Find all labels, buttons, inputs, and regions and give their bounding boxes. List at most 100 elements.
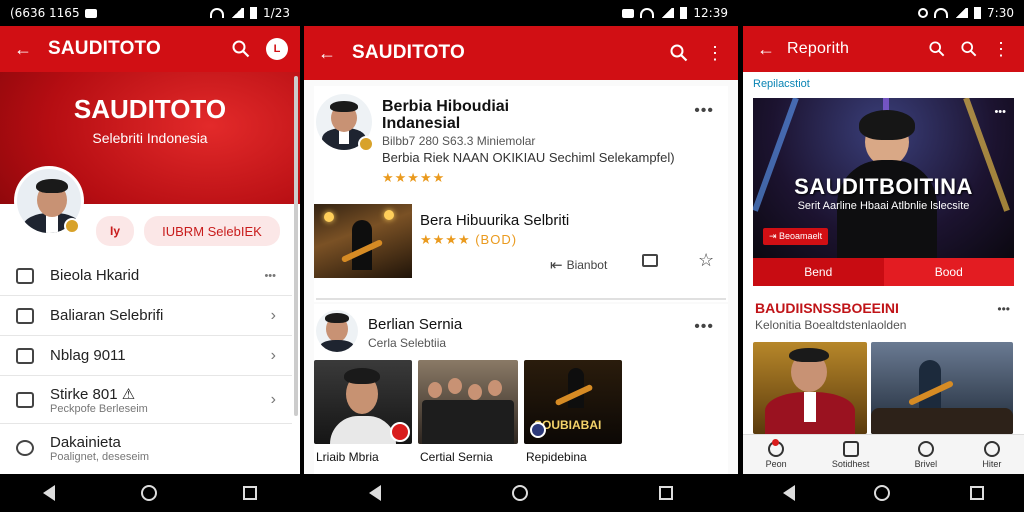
hero-brand: SAUDITOTO — [73, 94, 227, 124]
comment-button[interactable] — [642, 254, 658, 267]
search-icon[interactable] — [926, 38, 948, 60]
star-icon: ☆ — [698, 250, 715, 270]
home-button-icon[interactable] — [874, 485, 891, 501]
settings-icon — [16, 391, 34, 408]
back-arrow-icon[interactable]: ← — [316, 42, 338, 64]
channel-badge — [530, 422, 546, 438]
tab-bend[interactable]: Bend — [753, 258, 884, 286]
rating-stars: ★★★★★ — [382, 170, 446, 185]
status-bar: 7:30 — [743, 0, 1024, 26]
play-icon — [16, 267, 34, 284]
signal-icon — [230, 8, 245, 18]
post-meta: Bilbb7 280 S63.3 Miniemolar — [382, 134, 536, 148]
share-action[interactable]: ⇤ Bianbot — [550, 256, 607, 274]
home-icon — [16, 347, 34, 364]
menu-item[interactable]: Bieola Hkarid ••• — [0, 256, 292, 296]
wifi-icon — [640, 8, 655, 18]
menu-item-sub: Peckpofe Berleseim — [50, 402, 148, 415]
post2-rating: ★★★★ (BOD) — [420, 232, 518, 247]
grid-thumb[interactable] — [871, 342, 1013, 434]
featured-banner[interactable]: SAUDITBOITINA Serit Aarline Hbaai Atlbnl… — [753, 98, 1014, 258]
subscribe-button[interactable]: IUBRM SelebIEK — [144, 216, 280, 246]
grid-thumb[interactable] — [753, 342, 867, 434]
alarm-icon — [918, 8, 929, 18]
status-left-text: (6636 1165 — [10, 6, 80, 20]
menu-item-label: Baliaran Selebrifi — [50, 307, 164, 324]
hero-subtitle: Selebriti Indonesia — [92, 130, 208, 146]
menu-item[interactable]: Stirke 801 ⚠ Peckpofe Berleseim › — [0, 376, 292, 424]
section-title: BAUDIISNSSBOEEINI — [755, 300, 899, 316]
menu-item-label: Stirke 801 ⚠ — [50, 385, 136, 403]
home-button-icon[interactable] — [511, 485, 528, 501]
post-thumbnail[interactable] — [314, 204, 412, 278]
favorite-button[interactable]: ☆ — [698, 250, 714, 271]
post-card: Berlian Sernia Cerla Selebtiia ••• SOUBI… — [314, 304, 728, 474]
banner-title: SAUDITBOITINA — [794, 174, 973, 199]
recents-icon[interactable] — [243, 486, 257, 500]
more-options-icon[interactable]: ••• — [694, 102, 714, 120]
scrollbar[interactable] — [294, 76, 298, 416]
notification-dot — [771, 438, 779, 446]
gallery-thumb[interactable] — [314, 360, 412, 444]
menu-item[interactable]: Dakainieta Poalignet, deseseim — [0, 424, 292, 472]
back-icon[interactable] — [782, 485, 795, 501]
banner-chip[interactable]: ⇥ Beoamaelt — [763, 228, 829, 245]
back-icon[interactable] — [369, 485, 382, 501]
search-icon[interactable] — [230, 38, 252, 60]
more-options-icon[interactable]: ••• — [997, 302, 1010, 316]
overflow-menu-icon[interactable]: ⋮ — [990, 38, 1012, 60]
nav-explore[interactable]: Sotidhest — [832, 440, 869, 469]
back-arrow-icon[interactable]: ← — [12, 38, 34, 60]
status-bar: (6636 1165 1/23 — [0, 0, 300, 26]
heart-icon — [917, 440, 934, 457]
post-title: Berbia Hiboudiai Indanesial — [382, 98, 510, 132]
banner-more-icon[interactable]: ••• — [994, 106, 1006, 118]
more-options-icon[interactable]: ••• — [694, 318, 714, 336]
banner-subtitle: Serit Aarline Hbaai Atlbnlie lslecsite — [797, 200, 970, 212]
post-avatar[interactable] — [316, 310, 358, 352]
nav-home[interactable]: Peon — [766, 438, 787, 469]
post2-title: Bera Hibuurika Selbriti — [420, 212, 570, 229]
share-icon: ⇤ — [550, 257, 563, 274]
nav-favorite[interactable]: Brivel — [915, 440, 937, 469]
menu-item[interactable]: Baliaran Selebrifi › — [0, 296, 292, 336]
phone-report: 7:30 ← Reporith ⋮ Repilacstiot SAUDITBOI… — [743, 0, 1024, 512]
phone-feed: 12:39 ← SAUDITOTO ⋮ Berbia Hiboudiai Ind… — [304, 0, 738, 512]
menu-item-label: Dakainieta — [50, 433, 121, 451]
post-sub: Cerla Selebtiia — [368, 336, 447, 350]
menu-item-label: Bieola Hkarid — [50, 267, 140, 284]
recents-icon[interactable] — [970, 486, 985, 500]
back-arrow-icon[interactable]: ← — [755, 38, 777, 60]
app-title: SAUDITOTO — [352, 42, 465, 63]
app-bar: ← SAUDITOTO ⋮ — [304, 26, 738, 80]
account-avatar[interactable]: L — [266, 38, 288, 60]
camera-icon — [84, 8, 97, 18]
battery-icon — [680, 7, 688, 19]
recents-icon[interactable] — [658, 486, 673, 500]
gallery-thumb[interactable] — [418, 360, 518, 444]
screenshot-icon — [622, 8, 635, 18]
battery-icon — [974, 7, 982, 19]
comment-icon — [642, 254, 658, 267]
app-screen: ← SAUDITOTO L SAUDITOTO Selebriti Indone… — [0, 26, 300, 474]
more-icon: ••• — [264, 269, 276, 282]
app-screen: ← Reporith ⋮ Repilacstiot SAUDITBOITINA — [743, 26, 1024, 474]
nav-profile[interactable]: Hiter — [982, 440, 1001, 469]
tab-bood[interactable]: Bood — [883, 258, 1014, 286]
back-icon[interactable] — [43, 485, 55, 501]
wifi-icon — [210, 8, 225, 18]
chevron-right-icon: › — [270, 346, 276, 364]
overflow-menu-icon[interactable]: ⋮ — [704, 42, 726, 64]
signal-icon — [660, 8, 675, 18]
menu-item-label: Nblag 9011 — [50, 347, 126, 364]
camera-icon — [16, 440, 34, 456]
search-icon[interactable] — [958, 38, 980, 60]
menu-item[interactable]: Nblag 9011 › — [0, 336, 292, 376]
gallery-thumb[interactable]: SOUBIABAI — [524, 360, 622, 444]
home-button-icon[interactable] — [141, 485, 157, 501]
search-icon[interactable] — [668, 42, 690, 64]
status-bar: 12:39 — [304, 0, 738, 26]
system-nav-bar — [0, 474, 300, 512]
system-nav-bar — [304, 474, 738, 512]
follow-small-button[interactable]: Iy — [96, 216, 134, 246]
